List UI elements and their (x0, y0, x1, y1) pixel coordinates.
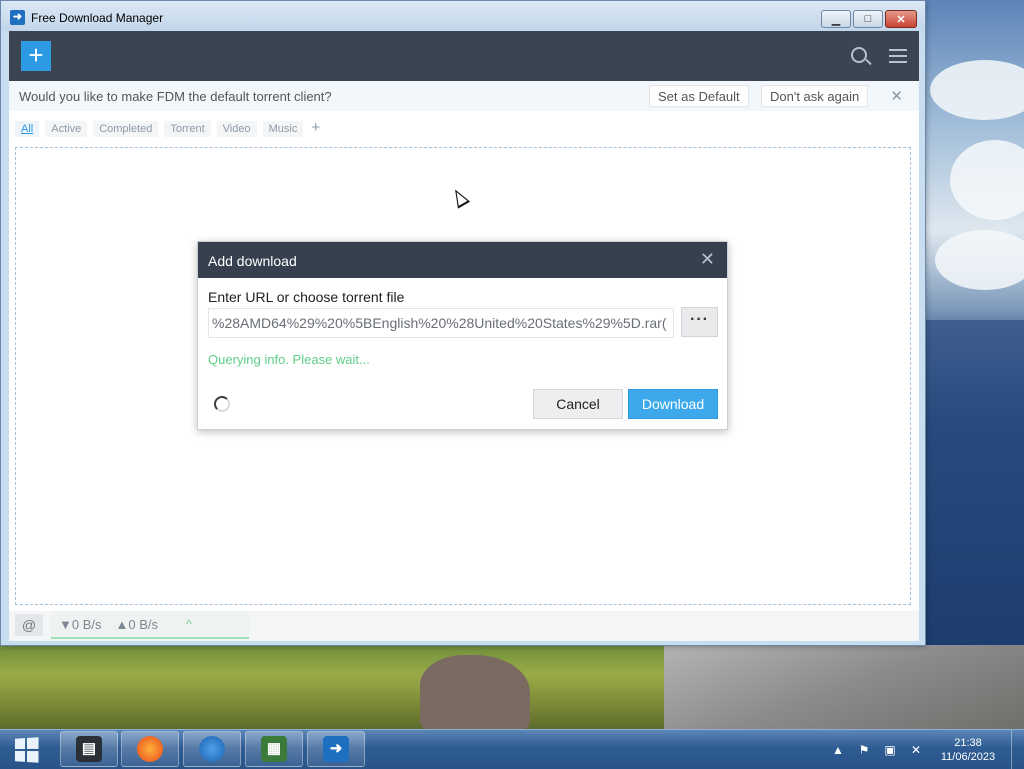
cloud (935, 230, 1024, 290)
tab-completed[interactable]: Completed (93, 121, 159, 137)
query-status: Querying info. Please wait... (208, 352, 370, 367)
taskbar-system-monitor[interactable]: ▦ (245, 731, 303, 767)
default-client-banner: Would you like to make FDM the default t… (9, 81, 919, 111)
taskbar-windows-media[interactable] (183, 731, 241, 767)
banner-message: Would you like to make FDM the default t… (19, 89, 332, 104)
dialog-title: Add download (208, 253, 297, 269)
window-titlebar[interactable]: ➜ Free Download Manager ▁ □ ✕ (1, 1, 925, 31)
volume-muted-icon[interactable]: ✕ (907, 743, 925, 757)
download-speed: ▼0 B/s (59, 616, 102, 632)
add-tab-button[interactable]: + (309, 120, 322, 137)
clock[interactable]: 21:38 11/06/2023 (933, 736, 1003, 764)
dialog-close-icon[interactable]: ✕ (700, 249, 715, 269)
fdm-icon: ➜ (323, 736, 349, 762)
close-button[interactable]: ✕ (885, 10, 917, 28)
tab-all[interactable]: All (15, 121, 40, 137)
upload-speed: ▲0 B/s (115, 616, 159, 632)
file-manager-icon: ▤ (76, 736, 102, 762)
beach (664, 645, 1024, 730)
taskbar-firefox[interactable] (121, 731, 179, 767)
tab-torrent[interactable]: Torrent (164, 121, 211, 137)
set-default-button[interactable]: Set as Default (649, 85, 749, 107)
add-download-dialog: Add download ✕ Enter URL or choose torre… (197, 241, 728, 430)
landscape (0, 645, 1024, 730)
taskbar-file-manager[interactable]: ▤ (60, 731, 118, 767)
network-icon[interactable]: ▣ (881, 743, 899, 757)
cloud (950, 140, 1024, 220)
loading-spinner-icon (214, 396, 230, 412)
fdm-logo-icon: ➜ (10, 10, 25, 25)
firefox-icon (137, 736, 163, 762)
windows-logo-icon (14, 736, 39, 763)
system-monitor-icon: ▦ (261, 736, 287, 762)
main-toolbar: + (9, 31, 919, 81)
cancel-button[interactable]: Cancel (533, 389, 623, 419)
url-label: Enter URL or choose torrent file (208, 289, 405, 305)
tab-video[interactable]: Video (216, 121, 257, 137)
chevron-up-icon[interactable]: ▲ (829, 743, 847, 757)
clock-date: 11/06/2023 (940, 750, 996, 763)
browse-button[interactable]: ··· (681, 307, 718, 337)
show-desktop-button[interactable] (1011, 730, 1024, 769)
menu-icon[interactable] (889, 49, 907, 67)
tab-music[interactable]: Music (262, 121, 304, 137)
maximize-button[interactable]: □ (853, 10, 883, 28)
clock-time: 21:38 (954, 736, 982, 749)
search-icon[interactable] (851, 47, 867, 63)
taskbar: ▤ ▦ ➜ ▲ ⚑ ▣ ✕ 21:38 11/06/2023 (0, 729, 1024, 769)
snail-mode-icon[interactable]: @ (15, 614, 43, 636)
caption-buttons: ▁ □ ✕ (821, 10, 917, 28)
rock (420, 655, 530, 730)
status-bar: @ ▼0 B/s ▲0 B/s ^ (9, 611, 919, 641)
window-title: Free Download Manager (31, 11, 164, 25)
download-button[interactable]: Download (628, 389, 718, 419)
flag-icon[interactable]: ⚑ (855, 743, 873, 757)
chevron-up-icon[interactable]: ^ (186, 617, 192, 631)
start-button[interactable] (0, 730, 52, 769)
add-download-button[interactable]: + (21, 41, 51, 71)
tab-active[interactable]: Active (45, 121, 88, 137)
taskbar-fdm[interactable]: ➜ (307, 731, 365, 767)
system-tray: ▲ ⚑ ▣ ✕ 21:38 11/06/2023 (829, 730, 1024, 769)
banner-close-icon[interactable]: ✕ (890, 87, 903, 105)
speed-indicator[interactable]: ▼0 B/s ▲0 B/s ^ (51, 611, 249, 639)
cloud (930, 60, 1024, 120)
minimize-button[interactable]: ▁ (821, 10, 851, 28)
url-input[interactable]: )%28AMD64%29%20%5BEnglish%20%28United%20… (208, 308, 674, 338)
windows-media-icon (199, 736, 225, 762)
dont-ask-button[interactable]: Don't ask again (761, 85, 869, 107)
filter-tabs: All Active Completed Torrent Video Music… (15, 120, 322, 137)
dialog-header: Add download ✕ (198, 242, 727, 278)
